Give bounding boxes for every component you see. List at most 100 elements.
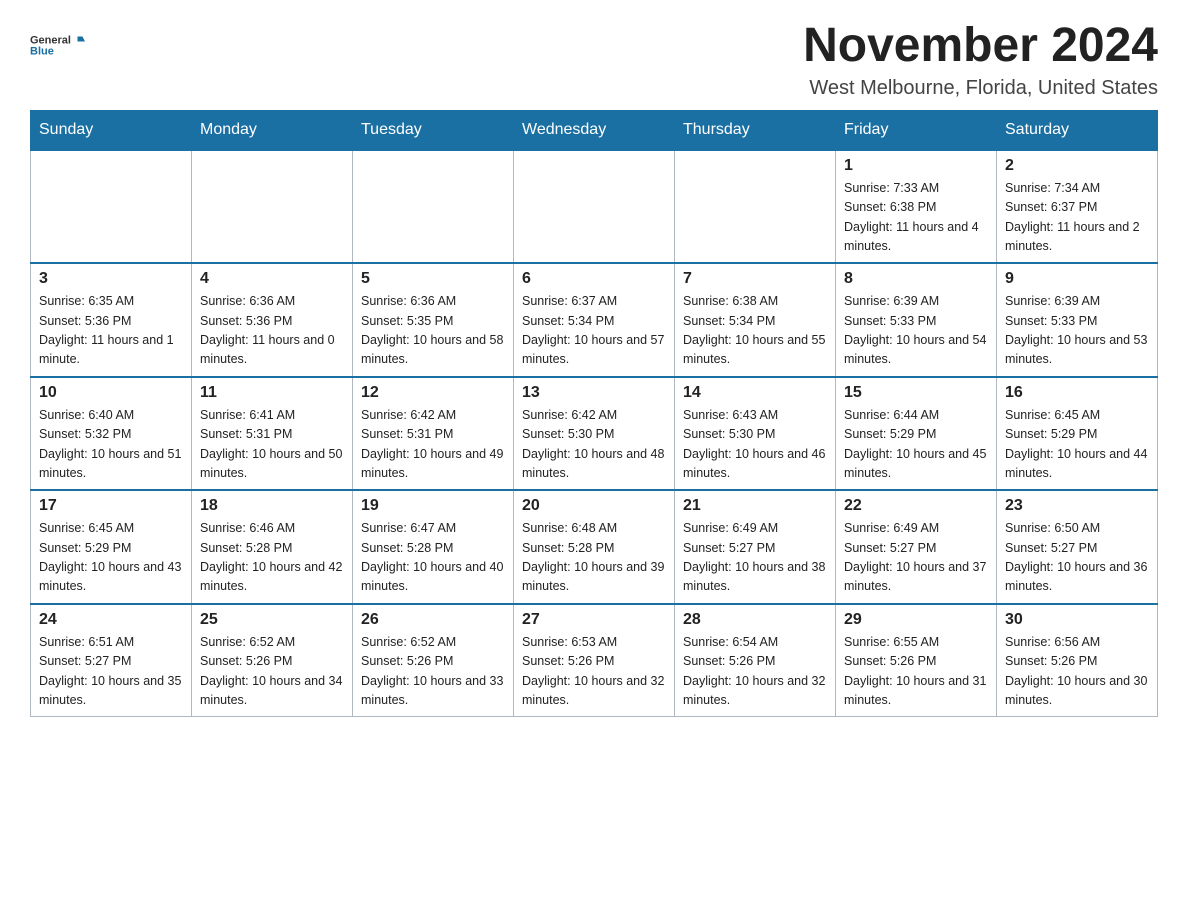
calendar-cell-w5-d3: 27 Sunrise: 6:53 AMSunset: 5:26 PMDayligh… xyxy=(514,604,675,717)
calendar-cell-w5-d5: 29 Sunrise: 6:55 AMSunset: 5:26 PMDayligh… xyxy=(836,604,997,717)
day-info: Sunrise: 7:34 AMSunset: 6:37 PMDaylight:… xyxy=(1005,179,1149,257)
svg-text:Blue: Blue xyxy=(30,46,54,58)
day-info: Sunrise: 6:40 AMSunset: 5:32 PMDaylight:… xyxy=(39,406,183,484)
day-info: Sunrise: 6:50 AMSunset: 5:27 PMDaylight:… xyxy=(1005,519,1149,597)
day-info: Sunrise: 6:52 AMSunset: 5:26 PMDaylight:… xyxy=(361,633,505,711)
calendar-cell-w5-d4: 28 Sunrise: 6:54 AMSunset: 5:26 PMDayligh… xyxy=(675,604,836,717)
title-block: November 2024 West Melbourne, Florida, U… xyxy=(803,20,1158,100)
calendar-cell-w2-d4: 7 Sunrise: 6:38 AMSunset: 5:34 PMDaylight… xyxy=(675,263,836,377)
day-info: Sunrise: 6:41 AMSunset: 5:31 PMDaylight:… xyxy=(200,406,344,484)
calendar-cell-w1-d6: 2Sunrise: 7:34 AMSunset: 6:37 PMDaylight… xyxy=(997,150,1158,264)
col-friday: Friday xyxy=(836,110,997,150)
day-number: 3 xyxy=(39,270,183,288)
day-info: Sunrise: 6:35 AMSunset: 5:36 PMDaylight:… xyxy=(39,292,183,370)
logo-svg: General Blue xyxy=(30,20,90,70)
day-info: Sunrise: 6:39 AMSunset: 5:33 PMDaylight:… xyxy=(1005,292,1149,370)
day-number: 30 xyxy=(1005,611,1149,629)
day-number: 9 xyxy=(1005,270,1149,288)
calendar-cell-w3-d0: 10 Sunrise: 6:40 AMSunset: 5:32 PMDayligh… xyxy=(31,377,192,491)
day-number: 8 xyxy=(844,270,988,288)
calendar-cell-w4-d6: 23 Sunrise: 6:50 AMSunset: 5:27 PMDayligh… xyxy=(997,490,1158,604)
day-info: Sunrise: 6:55 AMSunset: 5:26 PMDaylight:… xyxy=(844,633,988,711)
day-number: 28 xyxy=(683,611,827,629)
calendar-cell-w1-d5: 1Sunrise: 7:33 AMSunset: 6:38 PMDaylight… xyxy=(836,150,997,264)
page-header: General Blue November 2024 West Melbourn… xyxy=(30,20,1158,100)
calendar-cell-w4-d0: 17Sunrise: 6:45 AMSunset: 5:29 PMDayligh… xyxy=(31,490,192,604)
day-info: Sunrise: 6:51 AMSunset: 5:27 PMDaylight:… xyxy=(39,633,183,711)
calendar-week-3: 10 Sunrise: 6:40 AMSunset: 5:32 PMDayligh… xyxy=(31,377,1158,491)
day-number: 15 xyxy=(844,384,988,402)
day-info: Sunrise: 6:52 AMSunset: 5:26 PMDaylight:… xyxy=(200,633,344,711)
calendar-cell-w2-d6: 9 Sunrise: 6:39 AMSunset: 5:33 PMDaylight… xyxy=(997,263,1158,377)
day-number: 22 xyxy=(844,497,988,515)
calendar-cell-w3-d1: 11 Sunrise: 6:41 AMSunset: 5:31 PMDayligh… xyxy=(192,377,353,491)
calendar-week-2: 3 Sunrise: 6:35 AMSunset: 5:36 PMDaylight… xyxy=(31,263,1158,377)
day-number: 11 xyxy=(200,384,344,402)
day-number: 27 xyxy=(522,611,666,629)
day-number: 16 xyxy=(1005,384,1149,402)
day-info: Sunrise: 6:37 AMSunset: 5:34 PMDaylight:… xyxy=(522,292,666,370)
day-number: 24 xyxy=(39,611,183,629)
calendar-cell-w4-d3: 20 Sunrise: 6:48 AMSunset: 5:28 PMDayligh… xyxy=(514,490,675,604)
calendar-cell-w3-d3: 13Sunrise: 6:42 AMSunset: 5:30 PMDayligh… xyxy=(514,377,675,491)
day-number: 6 xyxy=(522,270,666,288)
day-number: 23 xyxy=(1005,497,1149,515)
calendar-cell-w1-d0 xyxy=(31,150,192,264)
day-info: Sunrise: 6:46 AMSunset: 5:28 PMDaylight:… xyxy=(200,519,344,597)
calendar-cell-w2-d0: 3 Sunrise: 6:35 AMSunset: 5:36 PMDaylight… xyxy=(31,263,192,377)
day-info: Sunrise: 6:44 AMSunset: 5:29 PMDaylight:… xyxy=(844,406,988,484)
day-number: 25 xyxy=(200,611,344,629)
day-info: Sunrise: 6:45 AMSunset: 5:29 PMDaylight:… xyxy=(39,519,183,597)
day-number: 29 xyxy=(844,611,988,629)
col-thursday: Thursday xyxy=(675,110,836,150)
calendar-week-1: 1Sunrise: 7:33 AMSunset: 6:38 PMDaylight… xyxy=(31,150,1158,264)
col-wednesday: Wednesday xyxy=(514,110,675,150)
day-number: 19 xyxy=(361,497,505,515)
logo: General Blue xyxy=(30,20,90,70)
day-info: Sunrise: 6:53 AMSunset: 5:26 PMDaylight:… xyxy=(522,633,666,711)
location: West Melbourne, Florida, United States xyxy=(803,77,1158,100)
day-number: 21 xyxy=(683,497,827,515)
day-info: Sunrise: 6:36 AMSunset: 5:36 PMDaylight:… xyxy=(200,292,344,370)
calendar-cell-w1-d2 xyxy=(353,150,514,264)
calendar-cell-w4-d5: 22Sunrise: 6:49 AMSunset: 5:27 PMDayligh… xyxy=(836,490,997,604)
day-number: 26 xyxy=(361,611,505,629)
day-number: 5 xyxy=(361,270,505,288)
day-info: Sunrise: 6:39 AMSunset: 5:33 PMDaylight:… xyxy=(844,292,988,370)
calendar-cell-w4-d2: 19 Sunrise: 6:47 AMSunset: 5:28 PMDayligh… xyxy=(353,490,514,604)
day-info: Sunrise: 6:43 AMSunset: 5:30 PMDaylight:… xyxy=(683,406,827,484)
calendar-cell-w1-d1 xyxy=(192,150,353,264)
col-saturday: Saturday xyxy=(997,110,1158,150)
day-info: Sunrise: 6:36 AMSunset: 5:35 PMDaylight:… xyxy=(361,292,505,370)
day-number: 18 xyxy=(200,497,344,515)
day-number: 10 xyxy=(39,384,183,402)
day-info: Sunrise: 6:45 AMSunset: 5:29 PMDaylight:… xyxy=(1005,406,1149,484)
calendar-cell-w4-d1: 18 Sunrise: 6:46 AMSunset: 5:28 PMDayligh… xyxy=(192,490,353,604)
calendar-cell-w2-d2: 5 Sunrise: 6:36 AMSunset: 5:35 PMDaylight… xyxy=(353,263,514,377)
day-number: 4 xyxy=(200,270,344,288)
col-monday: Monday xyxy=(192,110,353,150)
calendar-table: Sunday Monday Tuesday Wednesday Thursday… xyxy=(30,110,1158,718)
col-sunday: Sunday xyxy=(31,110,192,150)
calendar-cell-w3-d5: 15 Sunrise: 6:44 AMSunset: 5:29 PMDayligh… xyxy=(836,377,997,491)
calendar-cell-w2-d5: 8 Sunrise: 6:39 AMSunset: 5:33 PMDaylight… xyxy=(836,263,997,377)
calendar-cell-w5-d6: 30Sunrise: 6:56 AMSunset: 5:26 PMDayligh… xyxy=(997,604,1158,717)
day-number: 13 xyxy=(522,384,666,402)
calendar-cell-w2-d3: 6 Sunrise: 6:37 AMSunset: 5:34 PMDaylight… xyxy=(514,263,675,377)
day-info: Sunrise: 6:48 AMSunset: 5:28 PMDaylight:… xyxy=(522,519,666,597)
day-number: 7 xyxy=(683,270,827,288)
day-number: 20 xyxy=(522,497,666,515)
calendar-cell-w1-d4 xyxy=(675,150,836,264)
day-info: Sunrise: 6:47 AMSunset: 5:28 PMDaylight:… xyxy=(361,519,505,597)
day-info: Sunrise: 6:54 AMSunset: 5:26 PMDaylight:… xyxy=(683,633,827,711)
svg-text:General: General xyxy=(30,35,71,47)
col-tuesday: Tuesday xyxy=(353,110,514,150)
calendar-header-row: Sunday Monday Tuesday Wednesday Thursday… xyxy=(31,110,1158,150)
day-info: Sunrise: 6:38 AMSunset: 5:34 PMDaylight:… xyxy=(683,292,827,370)
calendar-cell-w5-d2: 26 Sunrise: 6:52 AMSunset: 5:26 PMDayligh… xyxy=(353,604,514,717)
calendar-cell-w2-d1: 4 Sunrise: 6:36 AMSunset: 5:36 PMDaylight… xyxy=(192,263,353,377)
calendar-cell-w4-d4: 21Sunrise: 6:49 AMSunset: 5:27 PMDayligh… xyxy=(675,490,836,604)
day-number: 12 xyxy=(361,384,505,402)
calendar-cell-w5-d0: 24 Sunrise: 6:51 AMSunset: 5:27 PMDayligh… xyxy=(31,604,192,717)
calendar-cell-w1-d3 xyxy=(514,150,675,264)
